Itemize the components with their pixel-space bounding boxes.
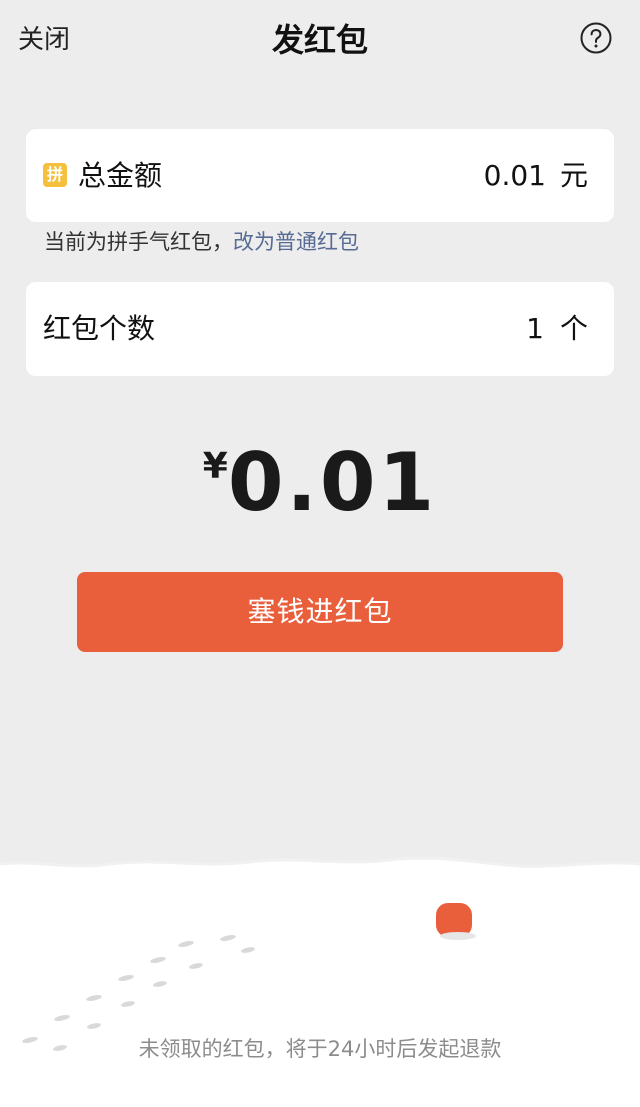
navigation-bar: 关闭 发红包 (0, 0, 640, 80)
total-amount-display: 0.01 (227, 436, 438, 529)
total-amount-input[interactable]: 0.01 (484, 157, 546, 195)
page-title: 发红包 (271, 21, 368, 59)
total-display: ¥0.01 (0, 438, 640, 528)
packet-count-label: 红包个数 (43, 312, 156, 345)
submit-red-packet-button[interactable]: 塞钱进红包 (77, 572, 563, 652)
pin-badge-icon: 拼 (43, 163, 67, 187)
switch-to-normal-packet-link[interactable]: 改为普通红包 (233, 230, 359, 254)
packet-type-hint: 当前为拼手气红包，改为普通红包 (44, 228, 359, 256)
refund-notice: 未领取的红包，将于24小时后发起退款 (138, 1037, 502, 1061)
currency-symbol: ¥ (202, 446, 228, 487)
snow-ground-illustration (0, 856, 640, 1107)
packet-count-input[interactable]: 1 (526, 310, 544, 348)
question-circle-icon[interactable] (580, 22, 612, 54)
total-amount-card[interactable]: 拼 总金额 0.01 元 (26, 129, 614, 222)
packet-type-text: 当前为拼手气红包， (44, 230, 233, 254)
packet-count-card[interactable]: 红包个数 1 个 (26, 282, 614, 376)
total-amount-label: 总金额 (78, 159, 163, 192)
count-unit-label: 个 (559, 312, 588, 345)
amount-unit-label: 元 (559, 159, 588, 192)
